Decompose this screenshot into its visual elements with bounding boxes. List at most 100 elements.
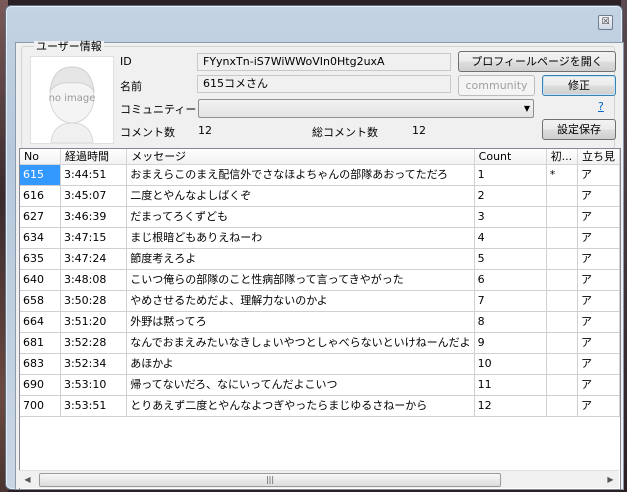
cell-time: 3:53:51 [60,395,128,417]
id-field[interactable]: FYynxTn-iS7WiWWoVIn0Htg2uxA [197,53,451,71]
open-profile-button[interactable]: プロフィールページを開く [458,51,616,72]
cell-tachimi: ア [577,269,620,291]
cell-count: 8 [474,311,547,333]
column-header-tachimi[interactable]: 立ち見 [577,149,620,165]
cell-no: 634 [20,227,61,249]
cell-first: * [546,164,578,186]
cell-tachimi: ア [577,206,620,228]
cell-count: 12 [474,395,547,417]
cell-tachimi: ア [577,332,620,354]
horizontal-scrollbar[interactable]: ◀ ||| ▶ [19,470,619,488]
cell-message: おまえらこのまえ配信外でさなほよちゃんの部隊あおってただろ [126,164,475,186]
edit-button[interactable]: 修正 [542,75,616,96]
cell-time: 3:46:39 [60,206,128,228]
cell-message: やめさせるためだよ、理解力ないのかよ [126,290,475,312]
total-comment-value: 12 [412,124,426,137]
cell-first [546,332,578,354]
cell-first [546,290,578,312]
cell-count: 5 [474,248,547,270]
comment-count-label: コメント数 [120,126,175,139]
chevron-down-icon: ▼ [523,104,530,113]
cell-tachimi: ア [577,290,620,312]
cell-time: 3:52:28 [60,332,128,354]
table-row[interactable]: 681 3:52:28 なんでおまえみたいなきしょいやつとしゃべらないといけねー… [20,332,620,354]
column-header-first[interactable]: 初... [546,149,578,165]
cell-count: 9 [474,332,547,354]
scroll-left-icon[interactable]: ◀ [19,471,36,488]
table-row[interactable]: 683 3:52:34 あほかよ 10 ア [20,353,620,375]
cell-time: 3:52:34 [60,353,128,375]
user-info-group: ユーザー情報 no image ID FYynxTn-iS7WiWWoVIn0H… [21,41,616,149]
cell-count: 10 [474,353,547,375]
cell-no: 690 [20,374,61,396]
cell-time: 3:48:08 [60,269,128,291]
cell-message: 節度考えろよ [126,248,475,270]
column-header-elapsed[interactable]: 経過時間 [60,149,128,165]
cell-message: こいつ俺らの部隊のこと性病部隊って言ってきやがった [126,269,475,291]
cell-time: 3:47:15 [60,227,128,249]
cell-no: 616 [20,185,61,207]
cell-time: 3:50:28 [60,290,128,312]
cell-count: 1 [474,164,547,186]
column-header-no[interactable]: No [20,149,61,165]
cell-first [546,395,578,417]
save-settings-button[interactable]: 設定保存 [542,119,616,140]
scrollbar-thumb[interactable]: ||| [39,473,501,487]
cell-tachimi: ア [577,374,620,396]
table-row[interactable]: 700 3:53:51 とりあえず二度とやんなよつぎやったらまじゆるさねーから … [20,395,620,417]
cell-no: 627 [20,206,61,228]
name-label: 名前 [120,80,142,93]
cell-message: なんでおまえみたいなきしょいやつとしゃべらないといけねーんだよ [126,332,475,354]
cell-first [546,227,578,249]
cell-time: 3:45:07 [60,185,128,207]
community-select[interactable]: ▼ [198,99,534,118]
cell-tachimi: ア [577,311,620,333]
cell-message: とりあえず二度とやんなよつぎやったらまじゆるさねーから [126,395,475,417]
table-row[interactable]: 615 3:44:51 おまえらこのまえ配信外でさなほよちゃんの部隊あおってただ… [20,164,620,186]
cell-no: 683 [20,353,61,375]
cell-tachimi: ア [577,227,620,249]
group-title: ユーザー情報 [34,40,104,53]
cell-message: 帰ってないだろ、なにいってんだよこいつ [126,374,475,396]
cell-tachimi: ア [577,248,620,270]
table-row[interactable]: 627 3:46:39 だまってろくずども 3 ア [20,206,620,228]
column-header-count[interactable]: Count [474,149,547,165]
name-field[interactable]: 615コメさん [197,75,451,93]
cell-time: 3:51:20 [60,311,128,333]
cell-message: まじ根暗どもありえねーわ [126,227,475,249]
comment-table: No 経過時間 メッセージ Count 初... 立ち見 615 3:44:51… [19,148,621,490]
cell-count: 3 [474,206,547,228]
cell-count: 7 [474,290,547,312]
table-row[interactable]: 635 3:47:24 節度考えろよ 5 ア [20,248,620,270]
table-row[interactable]: 658 3:50:28 やめさせるためだよ、理解力ないのかよ 7 ア [20,290,620,312]
cell-message: 二度とやんなよしばくぞ [126,185,475,207]
cell-no: 640 [20,269,61,291]
table-row[interactable]: 664 3:51:20 外野は黙ってろ 8 ア [20,311,620,333]
table-row[interactable]: 690 3:53:10 帰ってないだろ、なにいってんだよこいつ 11 ア [20,374,620,396]
cell-no: 658 [20,290,61,312]
user-info-window: ☒ ユーザー情報 no image ID FYynxTn-iS7WiWWoVIn… [5,5,624,490]
avatar: no image [30,56,114,144]
table-header-row: No 経過時間 メッセージ Count 初... 立ち見 [20,149,620,165]
no-image-text: no image [48,93,96,104]
community-button[interactable]: community [458,75,535,96]
close-button[interactable]: ☒ [598,15,613,30]
cell-first [546,311,578,333]
table-row[interactable]: 616 3:45:07 二度とやんなよしばくぞ 2 ア [20,185,620,207]
cell-first [546,248,578,270]
table-row[interactable]: 640 3:48:08 こいつ俺らの部隊のこと性病部隊って言ってきやがった 6 … [20,269,620,291]
id-label: ID [120,55,132,68]
cell-no: 664 [20,311,61,333]
column-header-message[interactable]: メッセージ [126,149,475,165]
cell-first [546,374,578,396]
cell-first [546,185,578,207]
cell-no: 615 [20,164,61,186]
cell-no: 700 [20,395,61,417]
help-link[interactable]: ? [598,100,604,113]
total-comment-label: 総コメント数 [312,126,378,139]
scroll-right-icon[interactable]: ▶ [602,471,619,488]
table-row[interactable]: 634 3:47:15 まじ根暗どもありえねーわ 4 ア [20,227,620,249]
window-client-area: ユーザー情報 no image ID FYynxTn-iS7WiWWoVIn0H… [15,41,624,490]
cell-message: あほかよ [126,353,475,375]
cell-count: 6 [474,269,547,291]
